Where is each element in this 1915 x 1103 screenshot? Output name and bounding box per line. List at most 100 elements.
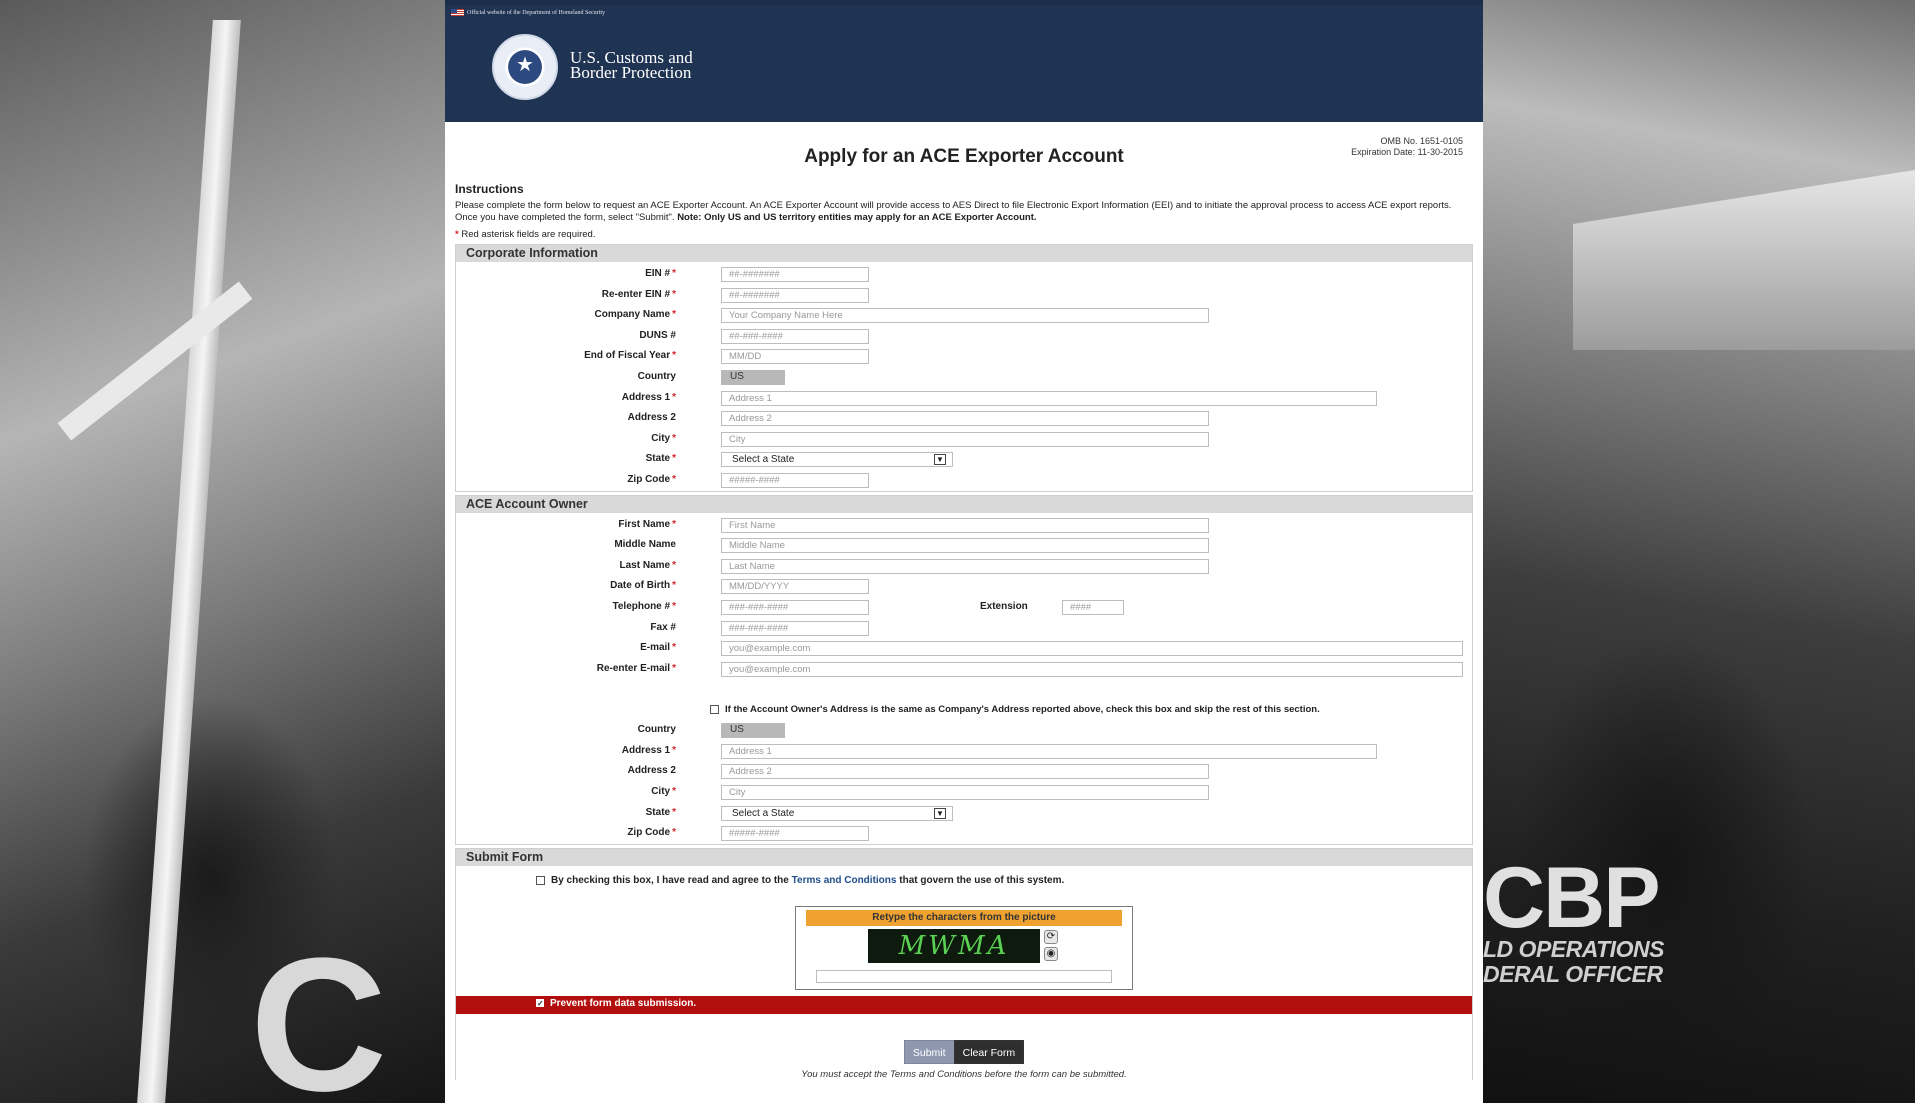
submit-note: You must accept the Terms and Conditions… xyxy=(801,1068,1127,1080)
owner-state-label: State * xyxy=(645,806,676,818)
telephone-row: Telephone # * ###-###-#### Extension #### xyxy=(456,597,1472,618)
email-confirm-input[interactable]: you@example.com xyxy=(721,661,1463,677)
last-name-input[interactable]: Last Name xyxy=(721,558,1209,574)
middle-name-label: Middle Name xyxy=(614,539,676,551)
background-photo-left: C xyxy=(0,0,445,1103)
middle-name-input[interactable]: Middle Name xyxy=(721,538,1209,554)
arm-graphic xyxy=(57,281,253,441)
same-address-text: If the Account Owner's Address is the sa… xyxy=(725,704,1320,716)
jacket-sub-text-1: LD OPERATIONS xyxy=(1483,936,1664,962)
email-row: E-mail * you@example.com xyxy=(456,638,1472,659)
owner-city-row: City * City xyxy=(456,782,1472,803)
official-banner-text: Official website of the Department of Ho… xyxy=(467,9,606,16)
owner-state-select[interactable]: Select a State ▼ xyxy=(721,805,953,821)
instructions-title: Instructions xyxy=(455,182,524,196)
owner-zip-input[interactable]: #####-#### xyxy=(721,826,869,842)
owner-address1-label: Address 1 * xyxy=(621,744,676,756)
city-row: City * City xyxy=(456,429,1472,450)
address1-input[interactable]: Address 1 xyxy=(721,390,1377,406)
ein-confirm-row: Re-enter EIN # * ##-####### xyxy=(456,285,1472,306)
terms-checkbox[interactable] xyxy=(536,875,545,885)
zip-input[interactable]: #####-#### xyxy=(721,472,869,488)
owner-state-row: State * Select a State ▼ xyxy=(456,803,1472,824)
owner-address1-row: Address 1 * Address 1 xyxy=(456,741,1472,762)
fax-row: Fax # ###-###-#### xyxy=(456,618,1472,639)
submit-button[interactable]: Submit xyxy=(903,1039,955,1064)
duns-input[interactable]: ##-###-#### xyxy=(721,328,869,344)
clear-form-button[interactable]: Clear Form xyxy=(953,1039,1025,1064)
owner-city-input[interactable]: City xyxy=(721,785,1209,801)
dhs-seal-icon xyxy=(492,34,558,100)
omb-expiration: Expiration Date: 11-30-2015 xyxy=(1351,147,1463,157)
owner-zip-row: Zip Code * #####-#### xyxy=(456,823,1472,844)
owner-city-label: City * xyxy=(651,786,676,798)
ship-graphic xyxy=(1573,170,1915,350)
country-label: Country xyxy=(637,370,676,382)
terms-row: By checking this box, I have read and ag… xyxy=(456,866,1472,906)
email-confirm-row: Re-enter E-mail * you@example.com xyxy=(456,659,1472,680)
agency-name[interactable]: U.S. Customs and Border Protection xyxy=(570,49,693,81)
dob-input[interactable]: MM/DD/YYYY xyxy=(721,579,869,595)
prevent-submission-checkbox[interactable]: ✓ xyxy=(536,999,544,1008)
zip-label: Zip Code * xyxy=(627,473,676,485)
first-name-row: First Name * First Name xyxy=(456,515,1472,536)
fax-label: Fax # xyxy=(650,621,676,633)
owner-address2-input[interactable]: Address 2 xyxy=(721,764,1209,780)
extension-input[interactable]: #### xyxy=(1062,599,1124,615)
jacket-cbp-text: CBP xyxy=(1483,850,1661,946)
owner-section: ACE Account Owner First Name * First Name… xyxy=(455,494,1473,845)
captcha-title: Retype the characters from the picture xyxy=(806,909,1122,926)
country-value: US xyxy=(721,369,785,385)
city-label: City * xyxy=(651,432,676,444)
ein-confirm-label: Re-enter EIN # * xyxy=(601,288,676,300)
owner-heading: ACE Account Owner xyxy=(456,495,1472,513)
ein-label: EIN # * xyxy=(645,268,676,279)
telephone-label: Telephone # * xyxy=(612,600,676,612)
last-name-row: Last Name * Last Name xyxy=(456,556,1472,577)
company-name-input[interactable]: Your Company Name Here xyxy=(721,308,1209,324)
fiscal-label: End of Fiscal Year * xyxy=(584,350,676,362)
owner-state-select-value: Select a State xyxy=(732,807,795,819)
us-flag-icon xyxy=(451,9,464,16)
fax-input[interactable]: ###-###-#### xyxy=(721,620,869,636)
submit-section: Submit Form By checking this box, I have… xyxy=(455,847,1473,1080)
ein-confirm-input[interactable]: ##-####### xyxy=(721,287,869,303)
refresh-icon[interactable]: ⟳ xyxy=(1044,929,1058,944)
terms-suffix: that govern the use of this system. xyxy=(899,874,1065,886)
city-input[interactable]: City xyxy=(721,431,1209,447)
state-select[interactable]: Select a State ▼ xyxy=(721,452,953,468)
chevron-down-icon[interactable]: ▼ xyxy=(934,454,946,466)
required-note: * Red asterisk fields are required. xyxy=(455,229,1473,240)
same-address-checkbox[interactable] xyxy=(710,705,719,715)
fiscal-row: End of Fiscal Year * MM/DD xyxy=(456,346,1472,367)
zip-row: Zip Code * #####-#### xyxy=(456,470,1472,491)
first-name-label: First Name * xyxy=(618,518,676,530)
ein-input[interactable]: ##-####### xyxy=(721,267,869,282)
company-row: Company Name * Your Company Name Here xyxy=(456,305,1472,326)
omb-number: OMB No. 1651-0105 xyxy=(1380,136,1463,146)
background-photo-right: CBP LD OPERATIONS DERAL OFFICER xyxy=(1483,0,1915,1103)
prevent-submission-bar: ✓ Prevent form data submission. xyxy=(456,995,1472,1014)
email-confirm-label: Re-enter E-mail * xyxy=(596,662,676,674)
asterisk-icon: * xyxy=(455,229,459,240)
captcha-box: Retype the characters from the picture M… xyxy=(795,905,1133,990)
email-input[interactable]: you@example.com xyxy=(721,641,1463,657)
captcha-input[interactable] xyxy=(816,969,1112,983)
official-banner: Official website of the Department of Ho… xyxy=(451,9,605,16)
terms-prefix: By checking this box, I have read and ag… xyxy=(551,874,789,886)
first-name-input[interactable]: First Name xyxy=(721,517,1209,533)
fiscal-year-input[interactable]: MM/DD xyxy=(721,349,869,365)
address2-input[interactable]: Address 2 xyxy=(721,411,1209,427)
instructions-text: Please complete the form below to reques… xyxy=(455,200,1473,224)
owner-address2-row: Address 2 Address 2 xyxy=(456,761,1472,782)
telephone-input[interactable]: ###-###-#### xyxy=(721,599,869,615)
jacket-lettering: C xyxy=(250,919,388,1103)
captcha-image: MWMA xyxy=(868,928,1040,963)
chevron-down-icon[interactable]: ▼ xyxy=(934,807,946,819)
prevent-submission-text: Prevent form data submission. xyxy=(550,997,697,1009)
terms-link[interactable]: Terms and Conditions xyxy=(792,875,897,886)
audio-icon[interactable]: ◉ xyxy=(1044,946,1058,961)
owner-address1-input[interactable]: Address 1 xyxy=(721,743,1377,759)
same-address-option: If the Account Owner's Address is the sa… xyxy=(710,704,1320,715)
state-select-value: Select a State xyxy=(732,454,795,466)
